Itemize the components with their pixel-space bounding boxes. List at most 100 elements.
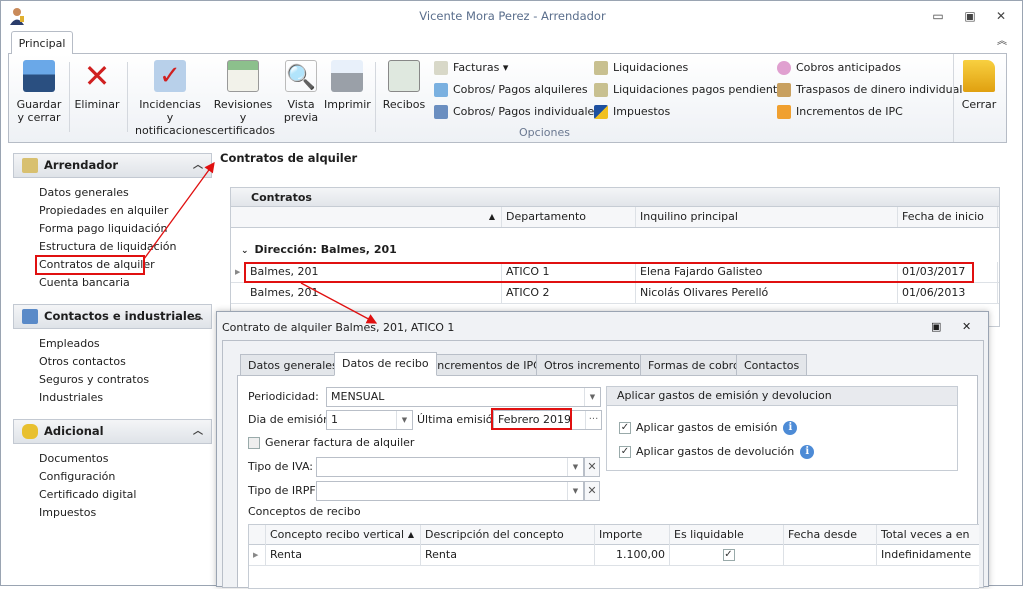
sidebar-item-seguros[interactable]: Seguros y contratos	[39, 371, 149, 389]
label: Facturas ▾	[453, 61, 509, 74]
contracts-grid: Contratos ▲ Departamento Inquilino princ…	[230, 187, 1000, 327]
ellipsis-button[interactable]: ···	[585, 411, 601, 429]
table-row[interactable]: ▶ Renta Renta 1.100,00 ✓ Indefinidamente	[249, 545, 979, 566]
chevron-up-icon[interactable]: ︿	[193, 154, 203, 177]
sidebar-item-certificado[interactable]: Certificado digital	[39, 486, 136, 504]
sort-asc-icon[interactable]: ▲	[246, 207, 502, 227]
table-row[interactable]: ▶ Balmes, 201 ATICO 1 Elena Fajardo Gali…	[231, 262, 999, 283]
dialog-close-button[interactable]: ✕	[962, 320, 971, 333]
ipc-increase-icon	[777, 105, 791, 119]
info-icon[interactable]: i	[783, 421, 798, 435]
label: Concepto recibo vertical	[270, 528, 405, 541]
traspasos-button[interactable]: Traspasos de dinero individual	[777, 81, 962, 99]
clear-irpf-icon[interactable]: ✕	[584, 481, 600, 501]
periodicidad-select[interactable]: MENSUAL ▼	[326, 387, 601, 407]
col-descripcion[interactable]: Descripción del concepto	[421, 525, 595, 545]
col-total-veces[interactable]: Total veces a en	[877, 525, 979, 545]
info-icon[interactable]: i	[800, 445, 815, 459]
imprimir-button[interactable]: Imprimir	[324, 60, 371, 111]
dropdown-arrow-icon[interactable]: ▼	[396, 411, 412, 429]
tab-incrementos-ipc[interactable]: Incrementos de IPC	[426, 354, 549, 376]
sidebar-item-forma-pago[interactable]: Forma pago liquidación	[39, 220, 168, 238]
cobros-pagos-alquileres-button[interactable]: Cobros/ Pagos alquileres	[434, 81, 588, 99]
tipo-iva-select[interactable]: ▼	[316, 457, 584, 477]
sidebar-item-propiedades[interactable]: Propiedades en alquiler	[39, 202, 168, 220]
sidebar-item-configuracion[interactable]: Configuración	[39, 468, 115, 486]
vista-previa-button[interactable]: 🔍 Vista previa	[281, 60, 321, 124]
sidebar-item-documentos[interactable]: Documentos	[39, 450, 108, 468]
group-adicional[interactable]: Adicional ︿	[13, 419, 212, 444]
label: Eliminar	[74, 98, 120, 111]
corner	[249, 525, 266, 545]
col-liquidable[interactable]: Es liquidable	[670, 525, 784, 545]
col-concepto[interactable]: Concepto recibo vertical ▲	[266, 525, 421, 545]
cell: Elena Fajardo Galisteo	[636, 262, 898, 282]
sidebar-item-industriales[interactable]: Industriales	[39, 389, 103, 407]
sidebar-item-contratos[interactable]: Contratos de alquiler	[39, 256, 155, 274]
label: Guardar	[16, 98, 62, 111]
cobros-pagos-individuales-button[interactable]: Cobros/ Pagos individuales	[434, 103, 600, 121]
close-button[interactable]: ✕	[993, 9, 1009, 23]
revisiones-button[interactable]: Revisiones y certificados	[210, 60, 276, 137]
tab-contactos[interactable]: Contactos	[736, 354, 808, 376]
incrementos-ipc-button[interactable]: Incrementos de IPC	[777, 103, 903, 121]
dropdown-arrow-icon[interactable]: ▼	[567, 482, 583, 500]
guardar-y-cerrar-button[interactable]: Guardar y cerrar	[14, 60, 64, 124]
cobros-anticipados-button[interactable]: Cobros anticipados	[777, 59, 901, 77]
dropdown-arrow-icon[interactable]: ▼	[567, 458, 583, 476]
checkbox-checked-icon: ✓	[619, 422, 631, 434]
database-icon	[22, 424, 38, 439]
tab-datos-generales[interactable]: Datos generales	[240, 354, 346, 376]
row-indicator-icon: ▶	[249, 545, 266, 565]
col-fecha-desde[interactable]: Fecha desde	[784, 525, 877, 545]
dia-emision-select[interactable]: 1 ▼	[326, 410, 413, 430]
liquidaciones-button[interactable]: Liquidaciones	[594, 59, 688, 77]
impuestos-button[interactable]: Impuestos	[594, 103, 670, 121]
ultima-emision-field[interactable]: Febrero 2019 ···	[493, 410, 602, 430]
col-departamento[interactable]: Departamento	[502, 207, 636, 227]
recibos-button[interactable]: Recibos	[381, 60, 427, 111]
tab-otros-incrementos[interactable]: Otros incrementos	[536, 354, 654, 376]
tab-principal[interactable]: Principal	[11, 31, 73, 54]
tipo-irpf-select[interactable]: ▼	[316, 481, 584, 501]
cerrar-button[interactable]: Cerrar	[957, 60, 1001, 111]
incidencias-button[interactable]: ✓ Incidencias y notificaciones	[135, 60, 211, 137]
table-row[interactable]: Balmes, 201 ATICO 2 Nicolás Olivares Per…	[231, 283, 999, 304]
collapse-ribbon-button[interactable]: ︽	[994, 35, 1010, 49]
dialog-restore-button[interactable]: ▣	[931, 320, 941, 333]
cell	[784, 545, 877, 565]
sidebar-item-datos-generales[interactable]: Datos generales	[39, 184, 129, 202]
label: Cobros anticipados	[796, 61, 901, 74]
gastos-devolucion-checkbox[interactable]: ✓ Aplicar gastos de devolución i	[619, 443, 815, 461]
sidebar-item-cuenta-bancaria[interactable]: Cuenta bancaria	[39, 274, 130, 292]
eliminar-button[interactable]: ✕ Eliminar	[73, 60, 121, 111]
label: Última emisión:	[417, 413, 504, 426]
group-title: Aplicar gastos de emisión y devolucion	[607, 387, 957, 406]
gastos-emision-checkbox[interactable]: ✓ Aplicar gastos de emisión i	[619, 419, 798, 437]
col-fecha-inicio[interactable]: Fecha de inicio	[898, 207, 998, 227]
sidebar-item-estructura[interactable]: Estructura de liquidación	[39, 238, 176, 256]
clear-iva-icon[interactable]: ✕	[584, 457, 600, 477]
col-importe[interactable]: Importe	[595, 525, 670, 545]
generar-factura-checkbox[interactable]: Generar factura de alquiler	[248, 434, 414, 452]
chevron-up-icon[interactable]: ︿	[193, 420, 203, 443]
notebook-bell-icon	[227, 60, 259, 92]
tab-formas-cobro[interactable]: Formas de cobro	[640, 354, 748, 376]
piggy-bank-icon	[777, 61, 791, 75]
sidebar-item-impuestos[interactable]: Impuestos	[39, 504, 96, 522]
sidebar-item-empleados[interactable]: Empleados	[39, 335, 100, 353]
dropdown-arrow-icon[interactable]: ▼	[584, 388, 600, 406]
label: Traspasos de dinero individual	[796, 83, 963, 96]
col-inquilino[interactable]: Inquilino principal	[636, 207, 898, 227]
minimize-button[interactable]: ▭	[930, 9, 946, 23]
facturas-button[interactable]: Facturas ▾	[434, 59, 508, 77]
liquidable-checkbox[interactable]: ✓	[670, 545, 784, 565]
liquidaciones-pendientes-button[interactable]: Liquidaciones pagos pendientes	[594, 81, 790, 99]
group-contactos[interactable]: Contactos e industriales ︿	[13, 304, 212, 329]
tab-datos-recibo[interactable]: Datos de recibo	[334, 352, 437, 376]
restore-button[interactable]: ▣	[962, 9, 978, 23]
group-row[interactable]: ⌄ Dirección: Balmes, 201	[241, 243, 397, 256]
chevron-up-icon[interactable]: ︿	[193, 305, 203, 328]
sidebar-item-otros-contactos[interactable]: Otros contactos	[39, 353, 126, 371]
group-arrendador[interactable]: Arrendador ︿	[13, 153, 212, 178]
